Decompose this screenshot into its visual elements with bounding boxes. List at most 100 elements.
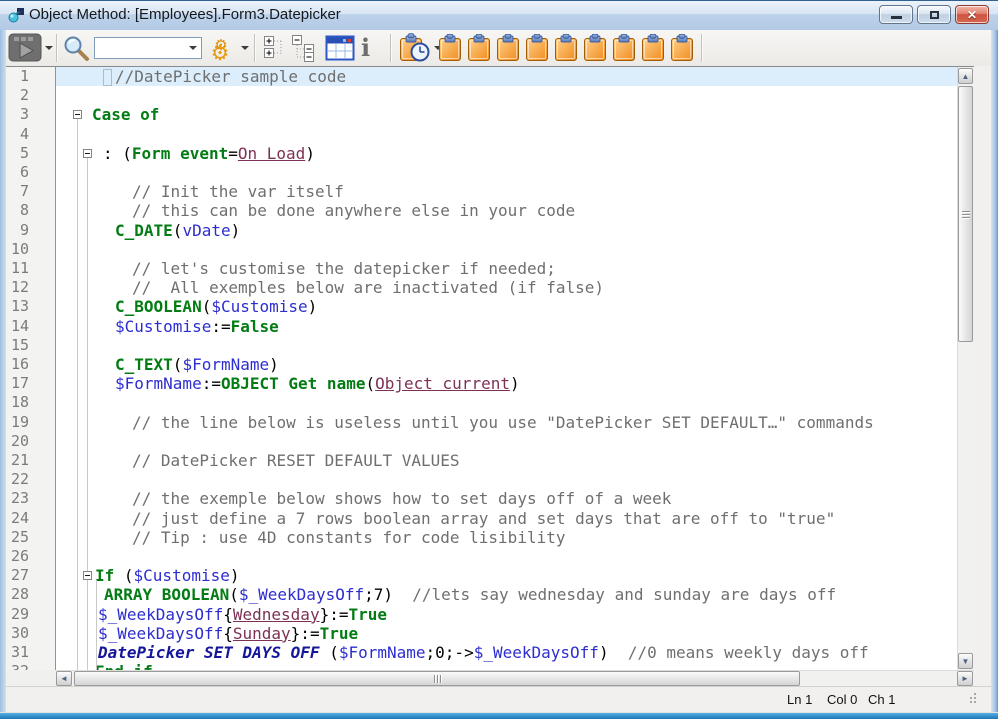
resize-grip[interactable] bbox=[970, 701, 972, 703]
line-number[interactable]: 7 bbox=[6, 182, 29, 201]
line-number[interactable]: 18 bbox=[6, 393, 29, 412]
maximize-button[interactable] bbox=[917, 5, 951, 24]
scroll-down-button[interactable]: ▼ bbox=[958, 653, 973, 669]
line-number[interactable]: 30 bbox=[6, 624, 29, 643]
fold-collapse-box[interactable] bbox=[83, 149, 92, 158]
code-line-1[interactable]: //DatePicker sample code bbox=[56, 67, 957, 86]
code-line-6[interactable] bbox=[56, 163, 957, 182]
code-line-29[interactable]: $_WeekDaysOff{Wednesday}:=True bbox=[56, 605, 957, 624]
macros-button[interactable] bbox=[398, 33, 432, 69]
clipboard-3-button[interactable] bbox=[496, 34, 520, 67]
code-line-32[interactable]: End if bbox=[56, 662, 957, 670]
vertical-scrollbar[interactable]: ▲ ▼ bbox=[957, 67, 974, 670]
code-line-27[interactable]: If ($Customise) bbox=[56, 566, 957, 585]
code-line-11[interactable]: // let's customise the datepicker if nee… bbox=[56, 259, 957, 278]
code-line-22[interactable] bbox=[56, 470, 957, 489]
line-number[interactable]: 2 bbox=[6, 86, 29, 105]
show-form-button[interactable] bbox=[325, 34, 355, 67]
information-button[interactable]: i bbox=[361, 34, 370, 62]
line-number[interactable]: 20 bbox=[6, 432, 29, 451]
code-line-10[interactable] bbox=[56, 240, 957, 259]
line-number[interactable]: 12 bbox=[6, 278, 29, 297]
run-method-dropdown[interactable] bbox=[45, 46, 53, 50]
fold-collapse-box[interactable] bbox=[83, 571, 92, 580]
run-method-button[interactable] bbox=[8, 33, 42, 67]
code-line-17[interactable]: $FormName:=OBJECT Get name(Object curren… bbox=[56, 374, 957, 393]
code-line-9[interactable]: C_DATE(vDate) bbox=[56, 221, 957, 240]
code-line-5[interactable]: : (Form event=On Load) bbox=[56, 144, 957, 163]
code-line-13[interactable]: C_BOOLEAN($Customise) bbox=[56, 297, 957, 316]
horizontal-scrollbar[interactable]: ◄ ► bbox=[56, 670, 974, 687]
code-line-16[interactable]: C_TEXT($FormName) bbox=[56, 355, 957, 374]
line-number[interactable]: 17 bbox=[6, 374, 29, 393]
line-number[interactable]: 31 bbox=[6, 643, 29, 662]
clipboard-1-button[interactable] bbox=[438, 34, 462, 67]
clipboard-2-button[interactable] bbox=[467, 34, 491, 67]
line-number[interactable]: 16 bbox=[6, 355, 29, 374]
line-number[interactable]: 3 bbox=[6, 105, 29, 124]
line-number[interactable]: 26 bbox=[6, 547, 29, 566]
clipboard-9-button[interactable] bbox=[670, 34, 694, 67]
line-number[interactable]: 28 bbox=[6, 585, 29, 604]
close-button[interactable]: ✕ bbox=[955, 5, 989, 24]
line-number[interactable]: 29 bbox=[6, 605, 29, 624]
search-combo-arrow-icon[interactable] bbox=[185, 46, 201, 50]
code-line-31[interactable]: DatePicker SET DAYS OFF ($FormName;0;->$… bbox=[56, 643, 957, 662]
line-number[interactable]: 6 bbox=[6, 163, 29, 182]
code-line-4[interactable] bbox=[56, 125, 957, 144]
code-line-24[interactable]: // just define a 7 rows boolean array an… bbox=[56, 509, 957, 528]
code-line-25[interactable]: // Tip : use 4D constants for code lisib… bbox=[56, 528, 957, 547]
line-number[interactable]: 19 bbox=[6, 413, 29, 432]
line-number[interactable]: 9 bbox=[6, 221, 29, 240]
code-line-23[interactable]: // the exemple below shows how to set da… bbox=[56, 489, 957, 508]
collapse-all-button[interactable] bbox=[292, 35, 316, 67]
code-line-18[interactable] bbox=[56, 393, 957, 412]
line-number[interactable]: 10 bbox=[6, 240, 29, 259]
code-editor-surface[interactable]: //DatePicker sample code Case of : (Form e… bbox=[56, 67, 957, 670]
horizontal-scrollbar-thumb[interactable] bbox=[74, 671, 800, 686]
code-line-30[interactable]: $_WeekDaysOff{Sunday}:=True bbox=[56, 624, 957, 643]
line-number[interactable]: 32 bbox=[6, 662, 29, 670]
line-number[interactable]: 25 bbox=[6, 528, 29, 547]
clipboard-8-button[interactable] bbox=[641, 34, 665, 67]
code-line-12[interactable]: // All exemples below are inactivated (i… bbox=[56, 278, 957, 297]
line-number[interactable]: 23 bbox=[6, 489, 29, 508]
line-number-gutter[interactable]: 1234567891011121314151617181920212223242… bbox=[6, 67, 56, 670]
title-bar[interactable]: Object Method: [Employees].Form3.Datepic… bbox=[0, 1, 998, 31]
search-combobox[interactable] bbox=[94, 37, 202, 59]
code-line-3[interactable]: Case of bbox=[56, 105, 957, 124]
clipboard-6-button[interactable] bbox=[583, 34, 607, 67]
line-number[interactable]: 8 bbox=[6, 201, 29, 220]
line-number[interactable]: 13 bbox=[6, 297, 29, 316]
code-line-15[interactable] bbox=[56, 336, 957, 355]
code-line-19[interactable]: // the line below is useless until you u… bbox=[56, 413, 957, 432]
search-input[interactable] bbox=[98, 38, 185, 58]
line-number[interactable]: 27 bbox=[6, 566, 29, 585]
clipboard-5-button[interactable] bbox=[554, 34, 578, 67]
fold-collapse-box[interactable] bbox=[73, 110, 82, 119]
code-line-14[interactable]: $Customise:=False bbox=[56, 317, 957, 336]
code-line-21[interactable]: // DatePicker RESET DEFAULT VALUES bbox=[56, 451, 957, 470]
clipboard-7-button[interactable] bbox=[612, 34, 636, 67]
line-number[interactable]: 4 bbox=[6, 125, 29, 144]
line-number[interactable]: 11 bbox=[6, 259, 29, 278]
method-options-button[interactable]: ⚙ ⚙ bbox=[209, 34, 239, 67]
code-line-20[interactable] bbox=[56, 432, 957, 451]
line-number[interactable]: 24 bbox=[6, 509, 29, 528]
method-options-dropdown[interactable] bbox=[241, 46, 249, 50]
line-number[interactable]: 1 bbox=[6, 67, 29, 86]
code-line-2[interactable] bbox=[56, 86, 957, 105]
code-line-8[interactable]: // this can be done anywhere else in you… bbox=[56, 201, 957, 220]
clipboard-4-button[interactable] bbox=[525, 34, 549, 67]
scroll-left-button[interactable]: ◄ bbox=[56, 671, 72, 686]
line-number[interactable]: 5 bbox=[6, 144, 29, 163]
code-line-26[interactable] bbox=[56, 547, 957, 566]
expand-all-button[interactable] bbox=[264, 35, 286, 67]
scroll-right-button[interactable]: ► bbox=[957, 671, 973, 686]
line-number[interactable]: 22 bbox=[6, 470, 29, 489]
vertical-scrollbar-thumb[interactable] bbox=[958, 86, 973, 342]
code-line-7[interactable]: // Init the var itself bbox=[56, 182, 957, 201]
line-number[interactable]: 21 bbox=[6, 451, 29, 470]
minimize-button[interactable] bbox=[879, 5, 913, 24]
line-number[interactable]: 14 bbox=[6, 317, 29, 336]
